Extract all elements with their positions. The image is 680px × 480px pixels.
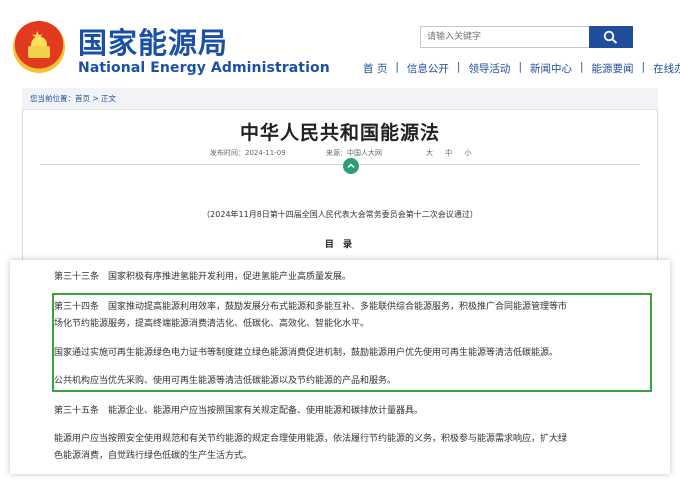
main-nav: 首 页 | 信息公开 | 领导活动 | 新闻中心 | 能源要闻 | 在线办事 bbox=[357, 61, 680, 76]
search-icon bbox=[603, 30, 618, 44]
search-input[interactable] bbox=[421, 27, 591, 47]
nav-leaders[interactable]: 领导活动 bbox=[462, 61, 516, 76]
nav-separator: | bbox=[518, 61, 522, 73]
site-title-cn[interactable]: 国家能源局 bbox=[78, 20, 228, 62]
highlight-box bbox=[52, 293, 652, 392]
nav-separator: | bbox=[395, 61, 399, 73]
adoption-note: （2024年11月8日第十四届全国人民代表大会常务委员会第十二次会议通过） bbox=[202, 210, 478, 219]
breadcrumb-bar bbox=[22, 88, 658, 110]
nav-separator: | bbox=[641, 61, 646, 73]
chevron-up-icon bbox=[347, 163, 355, 169]
search-button[interactable] bbox=[589, 26, 633, 48]
nav-energy-news[interactable]: 能源要闻 bbox=[586, 61, 640, 76]
nav-separator: | bbox=[579, 61, 584, 73]
article-35-para2-line2: 色能源消费，自觉践行绿色低碳的生产生活方式。 bbox=[54, 451, 253, 461]
article-33: 第三十三条 国家积极有序推进氢能开发利用，促进氢能产业高质量发展。 bbox=[54, 272, 352, 282]
publish-date: 发布时间：2024-11-09 bbox=[210, 149, 286, 157]
page-frame: ★ 国家能源局 National Energy Administration 首… bbox=[0, 0, 680, 480]
site-header: ★ 国家能源局 National Energy Administration 首… bbox=[0, 0, 680, 88]
table-of-contents-heading: 目 录 bbox=[324, 240, 356, 250]
title-divider bbox=[40, 164, 640, 165]
nav-online-service[interactable]: 在线办事 bbox=[647, 61, 680, 76]
national-emblem-icon: ★ bbox=[13, 21, 65, 73]
breadcrumb[interactable]: 您当前位置：首页 > 正文 bbox=[30, 93, 116, 104]
search-box bbox=[420, 26, 633, 48]
article-35-para2-line1: 能源用户应当按照安全使用规范和有关节约能源的规定合理使用能源，依法履行节约能源的… bbox=[54, 434, 568, 444]
article-container bbox=[22, 88, 658, 260]
nav-news[interactable]: 新闻中心 bbox=[524, 61, 578, 76]
collapse-button[interactable] bbox=[343, 158, 359, 174]
article-35: 第三十五条 能源企业、能源用户应当按照国家有关规定配备、使用能源和碳排放计量器具… bbox=[54, 406, 424, 416]
article-source: 来源：中国人大网 bbox=[326, 149, 382, 157]
nav-home[interactable]: 首 页 bbox=[357, 61, 393, 76]
font-size-toggle[interactable]: 大 中 小 bbox=[426, 148, 476, 158]
nav-separator: | bbox=[456, 61, 461, 73]
nav-info-public[interactable]: 信息公开 bbox=[401, 61, 455, 76]
article-title: 中华人民共和国能源法 bbox=[239, 122, 440, 144]
site-title-en[interactable]: National Energy Administration bbox=[78, 60, 330, 76]
